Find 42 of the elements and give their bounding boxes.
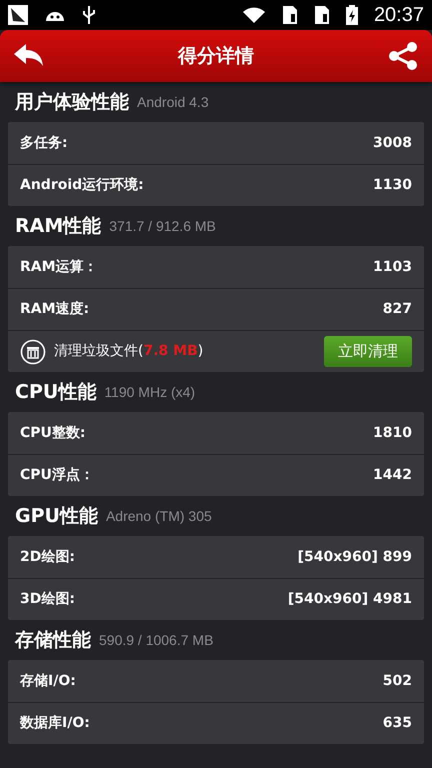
section-title: RAM性能 [15,214,102,239]
score-label: CPU整数: [20,424,86,442]
score-label: RAM运算： [20,258,98,276]
section-title: CPU性能 [15,380,96,405]
section-title: GPU性能 [15,504,98,529]
back-button[interactable] [14,44,44,68]
score-label: 多任务: [20,134,68,152]
score-value: [540x960] 4981 [288,590,412,609]
trash-icon [20,338,46,364]
score-label: 存储I/O: [20,672,76,690]
score-label: CPU浮点： [20,466,94,485]
clean-button[interactable]: 立即清理 [324,336,412,367]
score-value: 502 [382,672,412,690]
score-value: 1103 [373,258,412,276]
section-detail: 371.7 / 912.6 MB [109,216,216,236]
score-value: 827 [382,300,412,319]
section-detail: 590.9 / 1006.7 MB [99,630,214,650]
screen-title: 得分详情 [178,44,254,69]
sim-icon [314,5,330,25]
score-label: RAM速度: [20,300,90,319]
score-value: [540x960] 899 [298,548,412,566]
section-title: 存储性能 [15,628,91,653]
usb-icon [82,5,96,25]
score-label: 3D绘图: [20,590,75,609]
section-title: 用户体验性能 [15,90,129,115]
score-value: 1810 [373,424,412,442]
score-label: Android运行环境: [20,176,144,195]
wifi-icon [242,5,266,25]
score-label: 2D绘图: [20,548,75,566]
clock-time: 20:37 [374,3,424,28]
score-value: 635 [382,714,412,733]
sim-icon [282,5,298,25]
battery-icon [346,5,358,25]
score-value: 1442 [373,466,412,485]
share-button[interactable] [388,42,418,70]
section-detail: Android 4.3 [137,92,209,112]
cleanup-text: 清理垃圾文件(7.8 MB) [54,342,204,361]
section-detail: 1190 MHz (x4) [104,382,196,402]
score-value: 3008 [373,134,412,152]
section-detail: Adreno (TM) 305 [106,506,212,526]
score-value: 1130 [373,176,412,195]
score-label: 数据库I/O: [20,714,90,733]
